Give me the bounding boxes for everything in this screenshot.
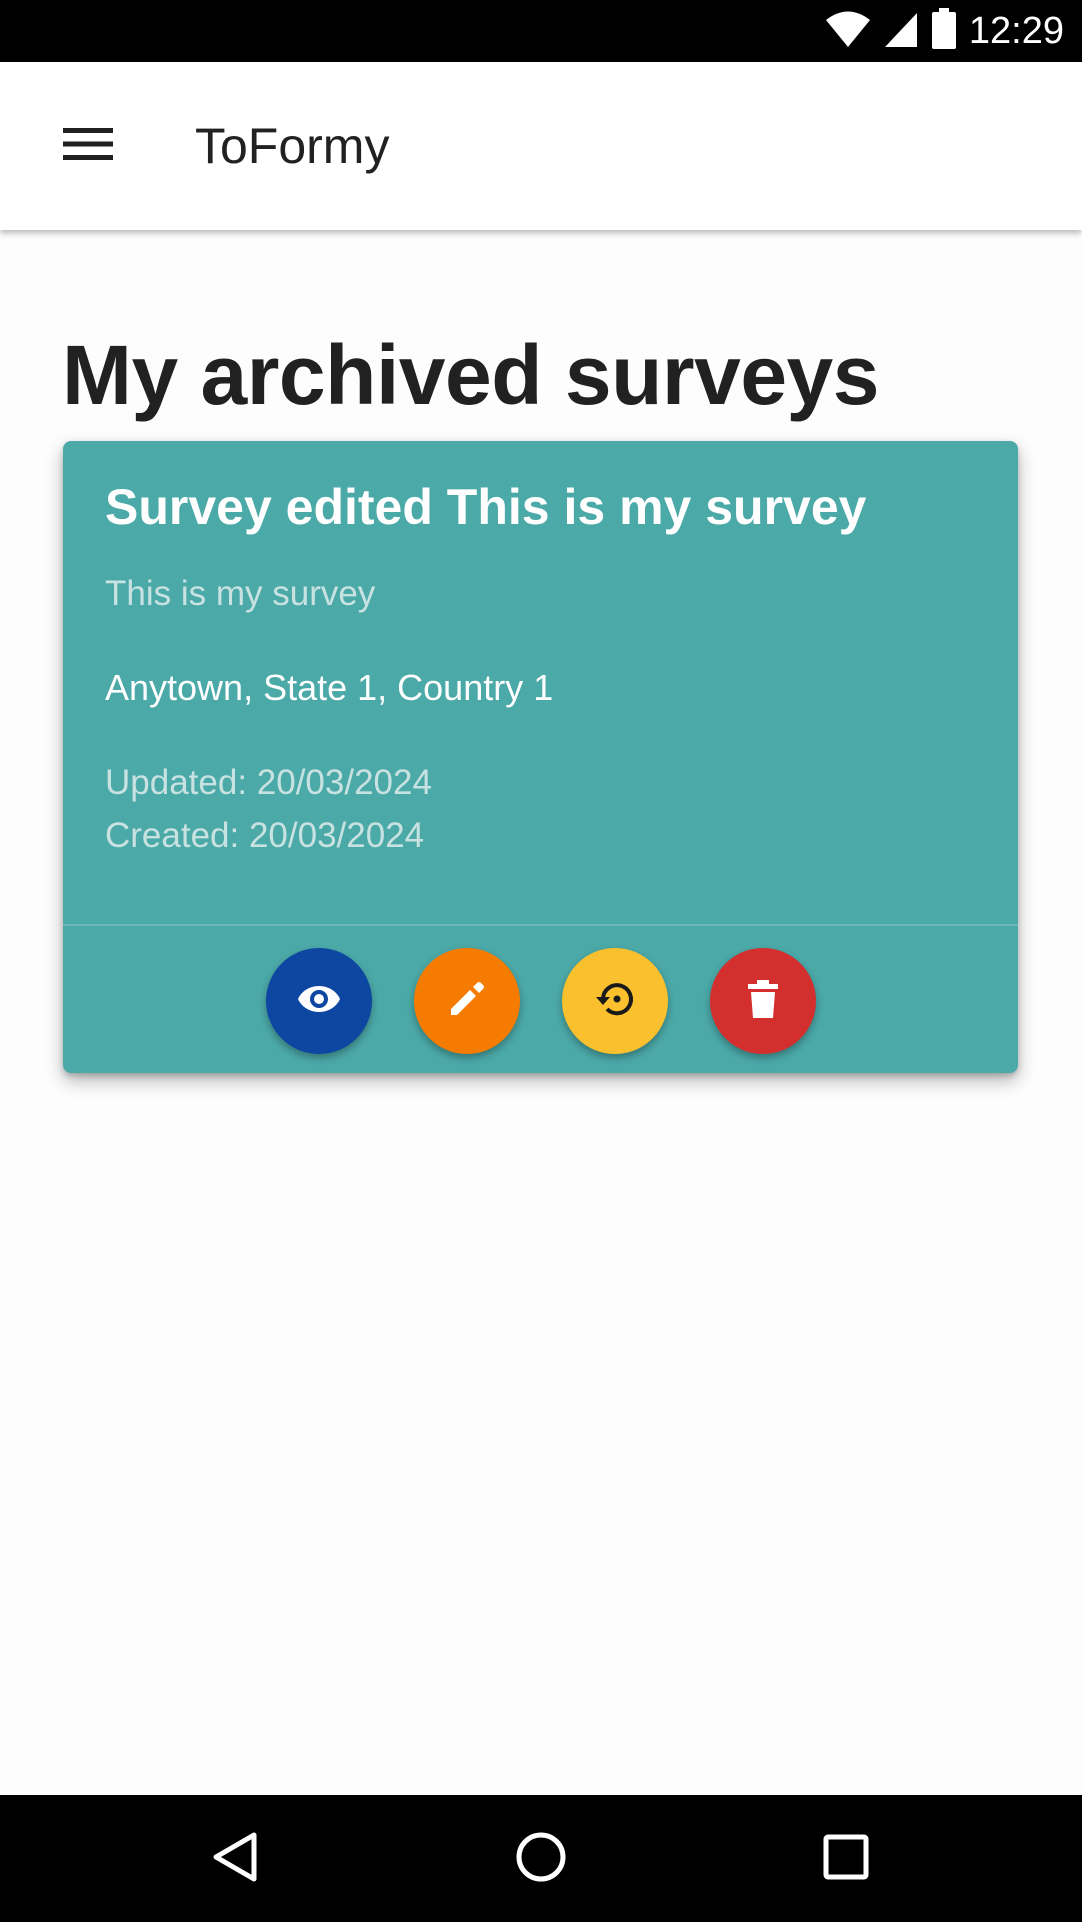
view-button[interactable] [265, 948, 372, 1054]
app-bar: ToFormy [0, 62, 1082, 230]
navigation-bar [0, 1795, 1082, 1922]
restore-icon [594, 979, 636, 1024]
survey-location: Anytown, State 1, Country 1 [105, 667, 554, 708]
delete-button[interactable] [709, 948, 816, 1054]
status-time: 12:29 [968, 9, 1064, 52]
survey-created-date: Created: 20/03/2024 [105, 816, 425, 855]
status-bar: 12:29 [0, 0, 1082, 62]
home-button[interactable] [505, 1823, 577, 1895]
survey-card: Survey edited This is my survey This is … [63, 441, 1018, 1073]
trash-icon [747, 979, 779, 1024]
wifi-icon [825, 9, 871, 54]
recents-icon [822, 1833, 870, 1886]
screen: 12:29 ToFormy My archived surveys Survey… [0, 0, 1082, 1922]
page-title: My archived surveys [62, 328, 879, 422]
edit-button[interactable] [413, 948, 520, 1054]
status-icons: 12:29 [825, 0, 1064, 62]
back-button[interactable] [199, 1823, 271, 1895]
eye-icon [297, 984, 341, 1019]
survey-title: Survey edited This is my survey [105, 479, 867, 535]
home-icon [515, 1831, 567, 1888]
recents-button[interactable] [810, 1823, 882, 1895]
hamburger-menu-icon [63, 127, 113, 166]
card-actions [63, 948, 1018, 1054]
survey-description: This is my survey [105, 574, 376, 613]
restore-button[interactable] [561, 948, 668, 1054]
cell-signal-icon [883, 9, 919, 54]
menu-button[interactable] [52, 114, 124, 178]
back-icon [212, 1831, 258, 1888]
survey-updated-date: Updated: 20/03/2024 [105, 763, 432, 802]
app-title: ToFormy [195, 118, 390, 174]
card-divider [63, 924, 1018, 926]
battery-icon [931, 7, 957, 55]
pencil-icon [447, 979, 487, 1024]
